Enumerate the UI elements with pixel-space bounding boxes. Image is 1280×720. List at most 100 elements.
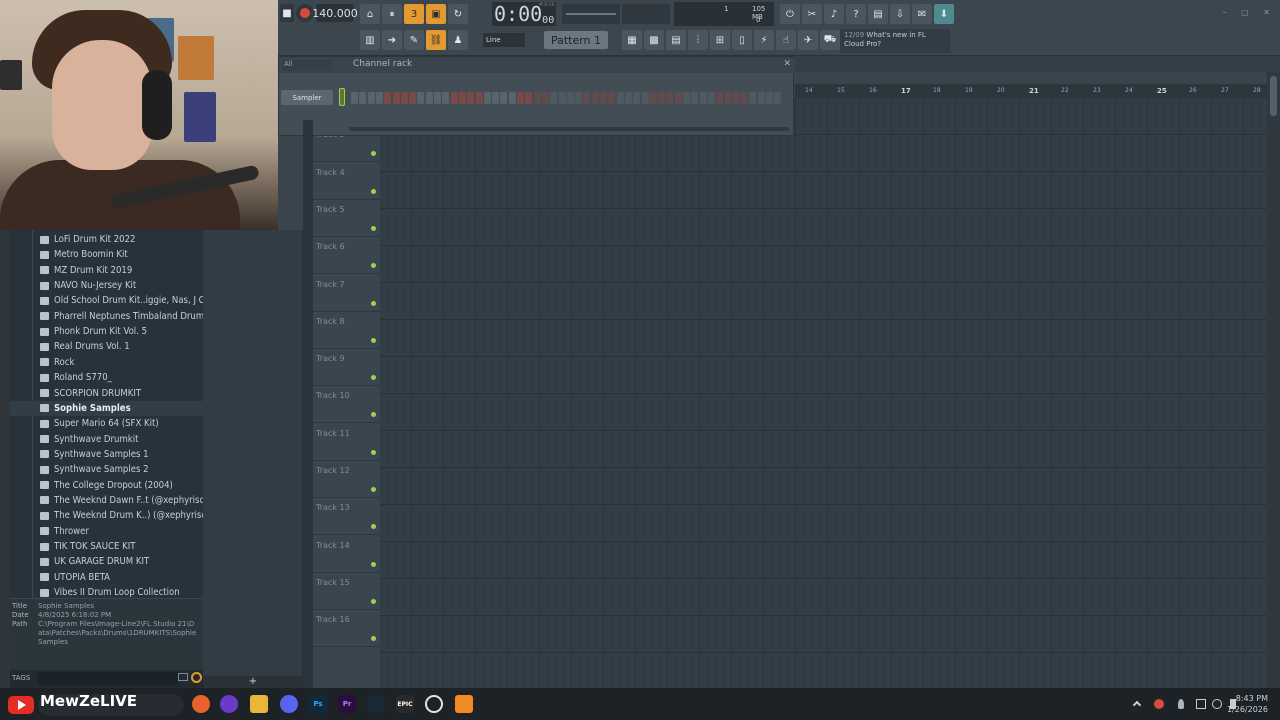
stop-button[interactable]: ■: [280, 4, 294, 22]
master-pitch-slider[interactable]: [622, 4, 670, 24]
step-button[interactable]: [749, 92, 757, 104]
step-button[interactable]: [591, 92, 599, 104]
mic-button[interactable]: ♪: [824, 4, 844, 24]
folder-item[interactable]: The Weeknd Dawn F..t (@xephyrisdead): [40, 493, 224, 508]
firefox-icon[interactable]: [192, 695, 210, 713]
step-button[interactable]: [450, 92, 458, 104]
tray-display-icon[interactable]: [1196, 699, 1206, 709]
track-header[interactable]: Track 10: [313, 386, 380, 424]
step-button[interactable]: [492, 92, 500, 104]
touch-button[interactable]: ☝: [776, 30, 796, 50]
folder-item[interactable]: Rock: [40, 355, 74, 370]
app-icon[interactable]: [220, 695, 238, 713]
add-browser-button[interactable]: +: [203, 676, 303, 688]
channel-select-led[interactable]: [339, 88, 345, 106]
folder-item[interactable]: Sophie Samples: [10, 400, 203, 416]
window-controls[interactable]: – ▢ ✕: [1223, 8, 1276, 17]
step-button[interactable]: [517, 92, 524, 104]
step-button[interactable]: [757, 92, 765, 104]
tray-network-icon[interactable]: [1212, 699, 1222, 709]
tools2-button[interactable]: ✈: [798, 30, 818, 50]
track-header[interactable]: Track 8: [313, 312, 380, 349]
step-button[interactable]: [525, 92, 533, 104]
step-button[interactable]: [442, 92, 450, 104]
pattern-selector[interactable]: Pattern 1: [544, 31, 608, 49]
step-button[interactable]: [608, 92, 616, 104]
step-button[interactable]: [500, 92, 508, 104]
track-enable-led[interactable]: [371, 337, 376, 343]
playlist-ruler[interactable]: 14 15 16 17 18 19 20 21 22 23 24 25 26 27 28: [795, 84, 1267, 98]
step-button[interactable]: [674, 92, 682, 104]
folder-item[interactable]: Old School Drum Kit..iggie, Nas, J Cole): [40, 293, 221, 308]
folder-item[interactable]: The College Dropout (2004): [40, 478, 173, 493]
photoshop-icon[interactable]: Ps: [309, 695, 327, 713]
step-button[interactable]: [475, 92, 483, 104]
plugin-button[interactable]: ⚡: [754, 30, 774, 50]
metronome-button[interactable]: ⌂: [360, 4, 380, 24]
playlist-grid[interactable]: [380, 98, 1267, 688]
step-button[interactable]: [417, 92, 425, 104]
folder-item[interactable]: UTOPIA BETA: [40, 570, 110, 585]
playlist-scrollbar[interactable]: [1267, 72, 1280, 688]
track-header[interactable]: Track 15: [313, 573, 380, 610]
step-button[interactable]: [533, 92, 541, 104]
step-button[interactable]: [483, 92, 491, 104]
download-button[interactable]: ⬇: [934, 4, 954, 24]
track-header[interactable]: Track 4: [313, 163, 380, 200]
arrow-tool-button[interactable]: ➜: [382, 30, 402, 50]
piano-roll-button[interactable]: ▥: [360, 30, 380, 50]
render-button[interactable]: ⇩: [890, 4, 910, 24]
scroll-thumb[interactable]: [1270, 76, 1277, 116]
track-header[interactable]: Track 13: [313, 498, 380, 536]
files-icon[interactable]: [250, 695, 268, 713]
track-enable-led[interactable]: [371, 598, 376, 604]
countdown-button[interactable]: 3: [404, 4, 424, 24]
track-header[interactable]: Track 12: [313, 461, 380, 498]
folder-item[interactable]: Pharrell Neptunes Timbaland Drum Kit: [40, 309, 218, 324]
step-button[interactable]: [691, 92, 699, 104]
track-enable-led[interactable]: [371, 487, 376, 492]
step-button[interactable]: [351, 92, 358, 104]
snap-selector[interactable]: Line: [483, 33, 525, 47]
step-button[interactable]: [409, 92, 417, 104]
folder-item[interactable]: Roland S770_: [40, 370, 112, 385]
steam-icon[interactable]: [367, 695, 385, 713]
track-enable-led[interactable]: [371, 636, 376, 642]
folder-item[interactable]: UK GARAGE DRUM KIT: [40, 554, 149, 569]
step-button[interactable]: [724, 92, 732, 104]
folder-item[interactable]: NAVO Nu-Jersey Kit: [40, 278, 136, 293]
news-panel[interactable]: 12/09 What's new in FL Cloud Pro?: [840, 29, 950, 53]
tools-button[interactable]: ✂: [802, 4, 822, 24]
wait-input-button[interactable]: ⏸: [382, 4, 402, 24]
loop-record-button[interactable]: ↻: [448, 4, 468, 24]
folder-item[interactable]: Phonk Drum Kit Vol. 5: [40, 324, 147, 339]
track-header[interactable]: Track 9: [313, 349, 380, 387]
folder-icon[interactable]: [178, 673, 188, 681]
folder-item[interactable]: MZ Drum Kit 2019: [40, 263, 132, 278]
step-button[interactable]: [699, 92, 707, 104]
step-button[interactable]: [774, 92, 782, 104]
premiere-icon[interactable]: Pr: [338, 695, 356, 713]
step-button[interactable]: [558, 92, 566, 104]
step-button[interactable]: [508, 92, 516, 104]
tray-mic-icon[interactable]: [1178, 699, 1184, 709]
step-button[interactable]: [566, 92, 574, 104]
track-enable-led[interactable]: [371, 151, 376, 157]
epic-icon[interactable]: EPIC: [396, 695, 414, 713]
channel-rack-button[interactable]: ▩: [644, 30, 664, 50]
tags-input[interactable]: [38, 672, 178, 685]
clock-icon[interactable]: [425, 695, 443, 713]
track-enable-led[interactable]: [371, 412, 376, 418]
step-button[interactable]: [616, 92, 624, 104]
step-button[interactable]: [375, 92, 383, 104]
track-header[interactable]: Track 6: [313, 237, 380, 275]
step-button[interactable]: [359, 92, 367, 104]
help-button[interactable]: ?: [846, 4, 866, 24]
step-button[interactable]: [766, 92, 773, 104]
channel-rack-scrollbar[interactable]: [349, 127, 789, 131]
track-enable-led[interactable]: [371, 188, 376, 194]
search-icon[interactable]: [191, 672, 202, 683]
folder-item[interactable]: Synthwave Samples 2: [40, 462, 149, 477]
track-enable-led[interactable]: [371, 524, 376, 530]
folder-item[interactable]: Metro Boomin Kit: [40, 247, 128, 262]
